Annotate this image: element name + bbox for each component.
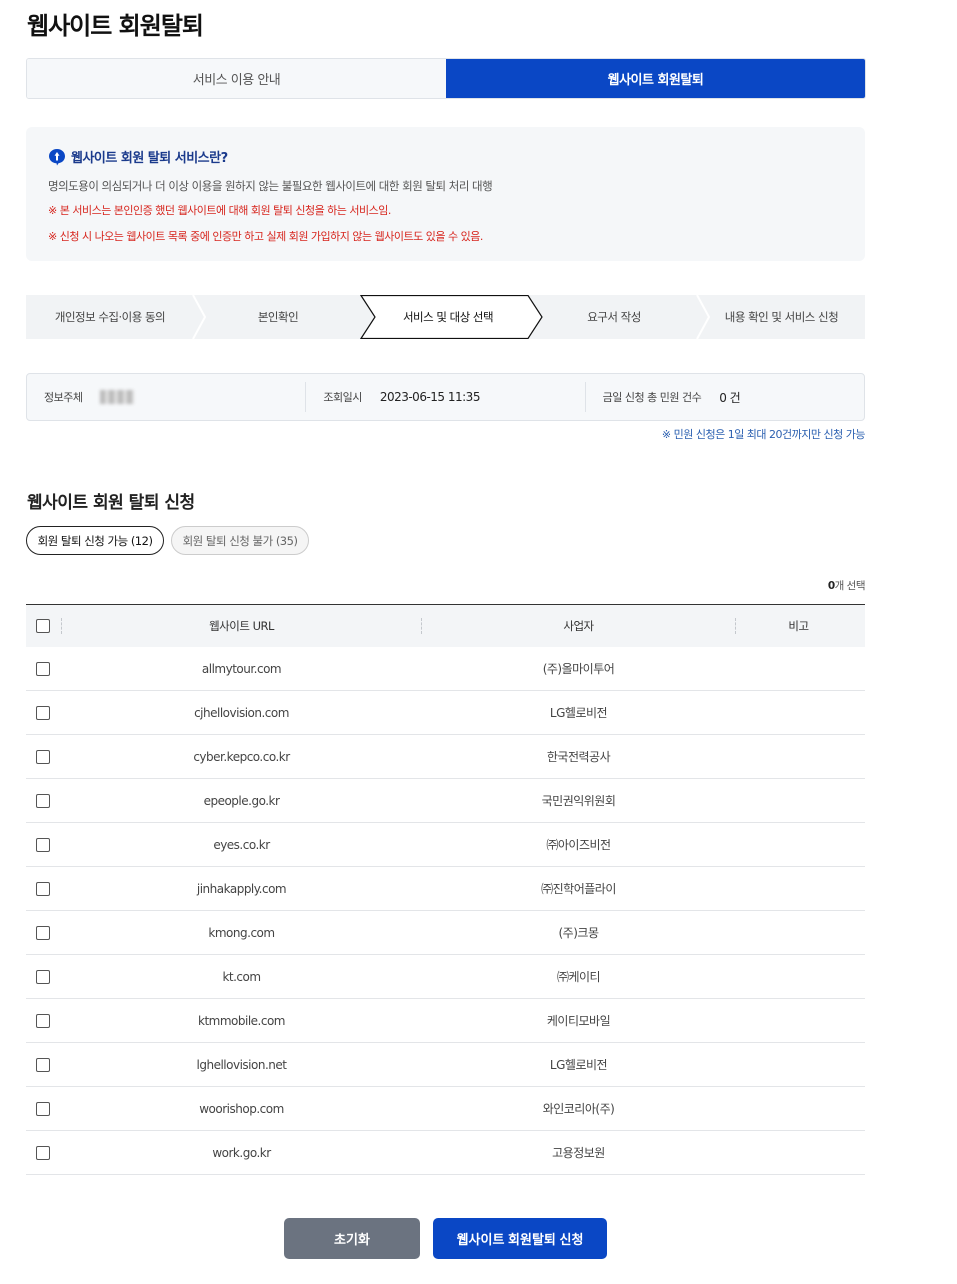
table-body: allmytour.com (주)올마이투어 cjhellovision.com LG…	[26, 647, 865, 1175]
step-identity: 본인확인	[257, 310, 299, 324]
page-title: 웹사이트 회원탈퇴	[27, 12, 204, 40]
row-biz: LG헬로비전	[549, 706, 608, 720]
selection-count-number: 0	[827, 580, 835, 592]
step-service-select: 서비스 및 대상 선택	[402, 310, 494, 324]
row-biz: ㈜진학어플라이	[541, 882, 616, 896]
row-checkbox[interactable]	[36, 749, 50, 764]
header-note: 비고	[788, 619, 809, 633]
row-url: lghellovision.net	[196, 1057, 287, 1072]
table-row[interactable]: kt.com ㈜케이티	[26, 955, 865, 999]
info-description: 명의도용이 의심되거나 더 이상 이용을 원하지 않는 불필요한 웹사이트에 대…	[48, 179, 493, 193]
table-row[interactable]: work.go.kr 고용정보원	[26, 1131, 865, 1175]
subject-label: 정보주체	[44, 391, 83, 404]
row-checkbox[interactable]	[36, 1101, 50, 1116]
row-biz: 한국전력공사	[546, 750, 611, 764]
row-biz: ㈜아이즈비전	[546, 838, 611, 852]
table-row[interactable]: woorishop.com 와인코리아(주)	[26, 1087, 865, 1131]
info-box: 웹사이트 회원 탈퇴 서비스란? 명의도용이 의심되거나 더 이상 이용을 원하…	[26, 127, 865, 261]
summary-count: 금일 신청 총 민원 건수 0 건	[584, 382, 864, 412]
header-url: 웹사이트 URL	[209, 619, 274, 633]
info-bubble-icon	[49, 148, 65, 165]
row-url: allmytour.com	[201, 661, 282, 676]
section-title: 웹사이트 회원 탈퇴 신청	[27, 493, 195, 513]
row-checkbox[interactable]	[36, 1145, 50, 1160]
progress-steps: 개인정보 수집·이용 동의 본인확인 서비스 및 대상 선택 요구서 작성 내용…	[26, 295, 865, 339]
row-checkbox[interactable]	[36, 925, 50, 940]
header-divider	[735, 618, 736, 634]
row-checkbox[interactable]	[36, 881, 50, 896]
table-row[interactable]: jinhakapply.com ㈜진학어플라이	[26, 867, 865, 911]
row-url: jinhakapply.com	[196, 881, 287, 896]
table-row[interactable]: epeople.go.kr 국민권익위원회	[26, 779, 865, 823]
summary-query-time: 조회일시 2023-06-15 11:35	[305, 382, 584, 412]
selection-count-suffix: 개 선택	[834, 580, 866, 592]
row-url: cyber.kepco.co.kr	[193, 749, 290, 764]
row-url: kmong.com	[208, 925, 275, 940]
limit-note: ※ 민원 신청은 1일 최대 20건까지만 신청 가능	[661, 428, 866, 441]
row-checkbox[interactable]	[36, 793, 50, 808]
header-biz: 사업자	[563, 619, 594, 633]
selection-count: 0개 선택	[827, 578, 866, 593]
info-note-1: ※ 본 서비스는 본인인증 했던 웹사이트에 대해 회원 탈퇴 신청을 하는 서…	[48, 204, 391, 217]
row-url: work.go.kr	[212, 1145, 271, 1160]
row-url: cjhellovision.com	[194, 705, 289, 720]
info-title: 웹사이트 회원 탈퇴 서비스란?	[48, 147, 865, 166]
count-value: 0 건	[719, 390, 741, 405]
summary-subject: 정보주체	[27, 382, 305, 412]
table-row[interactable]: kmong.com (주)크몽	[26, 911, 865, 955]
row-url: eyes.co.kr	[213, 837, 270, 852]
row-checkbox[interactable]	[36, 1057, 50, 1072]
submit-withdrawal-button[interactable]: 웹사이트 회원탈퇴 신청	[433, 1218, 607, 1259]
table-row[interactable]: cyber.kepco.co.kr 한국전력공사	[26, 735, 865, 779]
row-biz: ㈜케이티	[556, 970, 601, 984]
info-title-text: 웹사이트 회원 탈퇴 서비스란?	[71, 151, 228, 166]
row-checkbox[interactable]	[36, 705, 50, 720]
website-table: 웹사이트 URL 사업자 비고 allmytour.com (주)올마이투어 cjh…	[26, 604, 865, 1175]
row-url: epeople.go.kr	[203, 793, 280, 808]
row-url: kt.com	[222, 969, 261, 984]
top-tabs: 서비스 이용 안내 웹사이트 회원탈퇴	[26, 58, 866, 99]
step-request-form: 요구서 작성	[587, 310, 641, 324]
header-divider	[421, 618, 422, 634]
row-checkbox[interactable]	[36, 1013, 50, 1028]
summary-bar: 정보주체 조회일시 2023-06-15 11:35 금일 신청 총 민원 건수…	[26, 373, 865, 421]
row-biz: LG헬로비전	[549, 1058, 608, 1072]
row-url: woorishop.com	[199, 1101, 284, 1116]
table-row[interactable]: cjhellovision.com LG헬로비전	[26, 691, 865, 735]
table-row[interactable]: lghellovision.net LG헬로비전	[26, 1043, 865, 1087]
step-consent: 개인정보 수집·이용 동의	[54, 310, 166, 324]
tab-website-withdrawal[interactable]: 웹사이트 회원탈퇴	[446, 59, 865, 98]
query-value: 2023-06-15 11:35	[379, 390, 481, 404]
tab-service-guide[interactable]: 서비스 이용 안내	[27, 59, 446, 98]
count-label: 금일 신청 총 민원 건수	[602, 391, 702, 404]
row-biz: 케이티모바일	[546, 1014, 611, 1028]
row-biz: 와인코리아(주)	[542, 1102, 615, 1116]
filter-unavailable[interactable]: 회원 탈퇴 신청 불가 (35)	[171, 526, 309, 555]
reset-button[interactable]: 초기화	[284, 1218, 420, 1259]
table-header: 웹사이트 URL 사업자 비고	[26, 605, 865, 647]
row-biz: (주)올마이투어	[542, 662, 615, 676]
row-biz: (주)크몽	[558, 926, 599, 940]
filter-available[interactable]: 회원 탈퇴 신청 가능 (12)	[26, 526, 164, 555]
row-checkbox[interactable]	[36, 661, 50, 676]
query-label: 조회일시	[323, 391, 362, 404]
header-divider	[61, 618, 62, 634]
row-checkbox[interactable]	[36, 969, 50, 984]
row-checkbox[interactable]	[36, 837, 50, 852]
row-biz: 고용정보원	[552, 1146, 605, 1160]
select-all-checkbox[interactable]	[36, 619, 50, 633]
table-row[interactable]: allmytour.com (주)올마이투어	[26, 647, 865, 691]
table-row[interactable]: ktmmobile.com 케이티모바일	[26, 999, 865, 1043]
info-note-2: ※ 신청 시 나오는 웹사이트 목록 중에 인증만 하고 실제 회원 가입하지 …	[48, 230, 483, 243]
table-row[interactable]: eyes.co.kr ㈜아이즈비전	[26, 823, 865, 867]
step-confirm-apply: 내용 확인 및 서비스 신청	[724, 310, 839, 324]
row-url: ktmmobile.com	[198, 1013, 286, 1028]
row-biz: 국민권익위원회	[541, 794, 616, 808]
subject-value-masked	[100, 390, 135, 404]
